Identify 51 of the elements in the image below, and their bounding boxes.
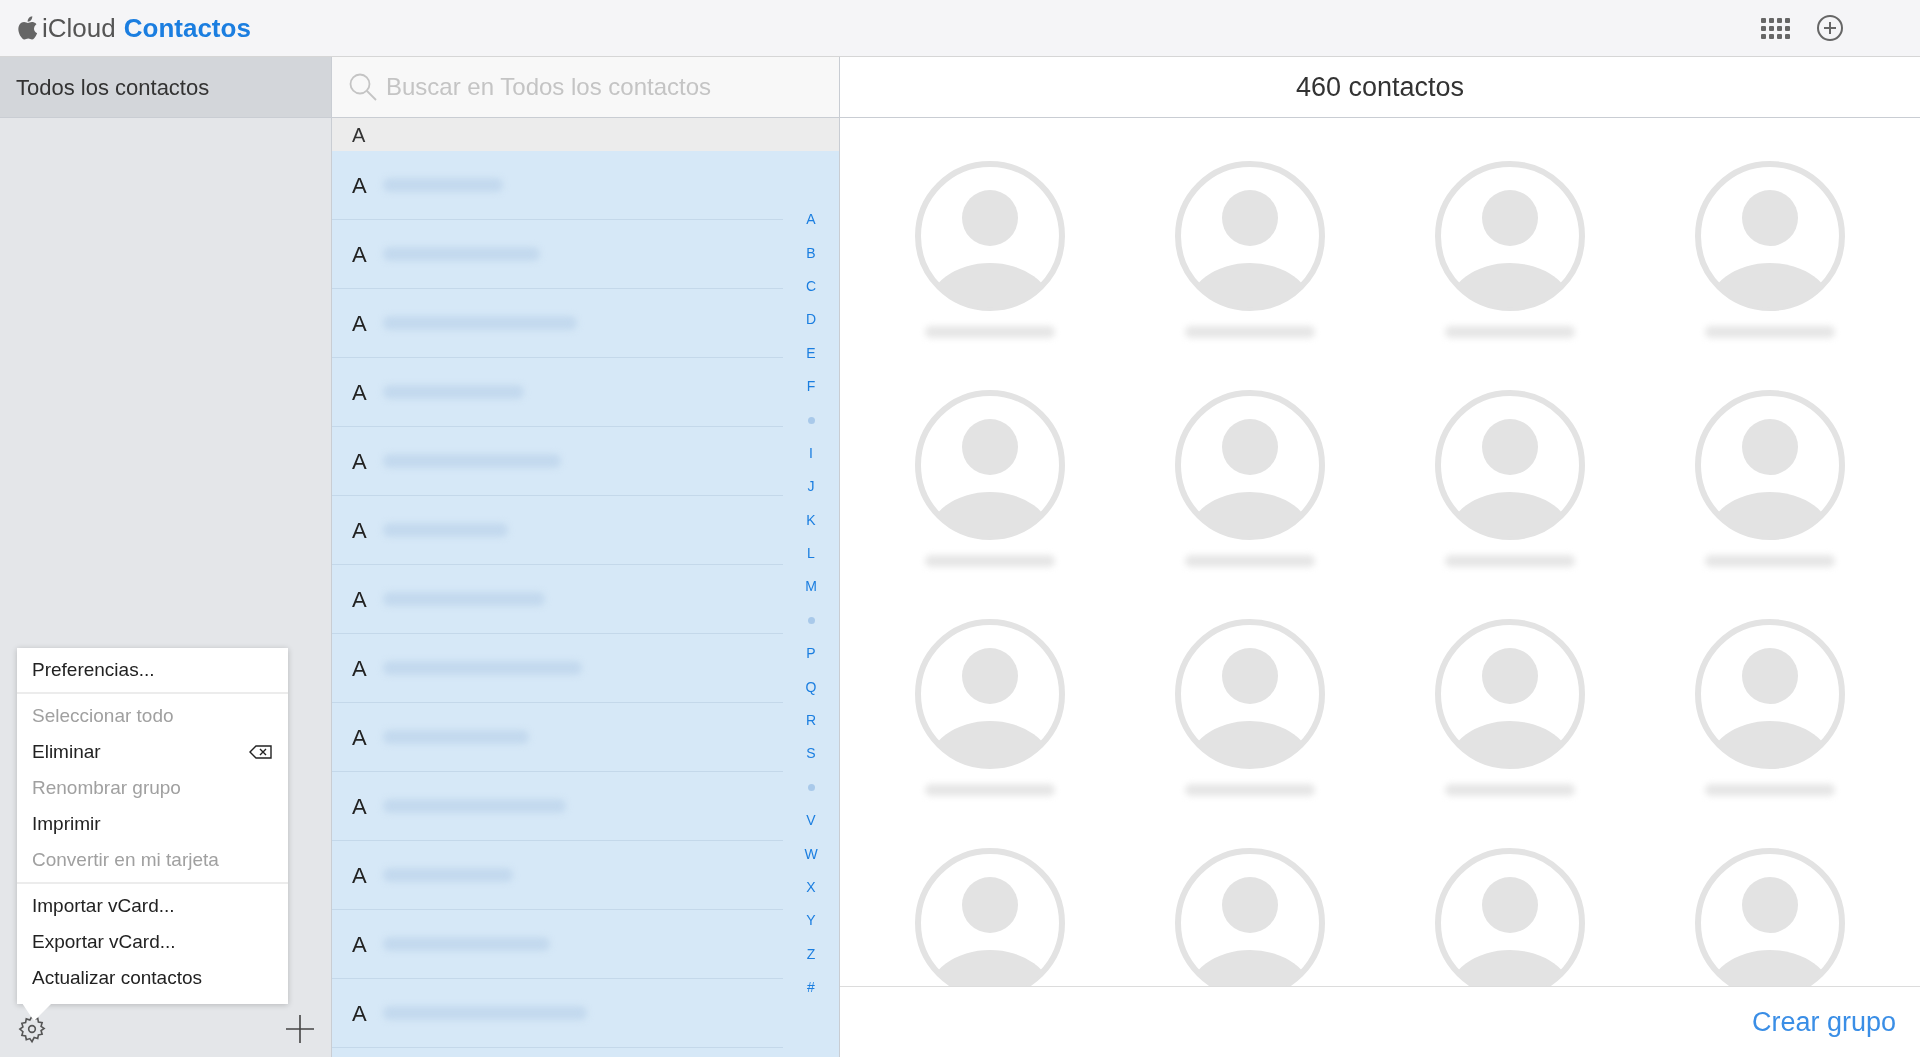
index-letter[interactable]: X (806, 877, 816, 898)
index-letter[interactable]: D (805, 309, 817, 331)
contact-initial: A (352, 930, 367, 959)
index-letter[interactable]: # (807, 977, 815, 999)
index-letter[interactable]: I (809, 442, 813, 464)
index-letter[interactable]: E (806, 342, 816, 364)
contact-initial: A (352, 792, 367, 821)
section-header: A (332, 118, 839, 151)
contact-initial: A (352, 378, 367, 407)
contact-initial: A (352, 861, 367, 890)
contact-initial: A (352, 240, 367, 269)
contact-initial: A (352, 654, 367, 683)
create-group-link[interactable]: Crear grupo (1751, 1001, 1896, 1043)
index-letter[interactable]: W (804, 843, 818, 865)
search-icon (348, 72, 378, 102)
index-letter[interactable]: A (806, 209, 816, 231)
index-letter[interactable]: P (806, 643, 816, 665)
index-letter[interactable]: J (807, 476, 815, 498)
index-letter[interactable]: K (806, 509, 816, 531)
index-letter[interactable]: Q (805, 676, 817, 698)
index-letter[interactable]: R (805, 710, 817, 732)
contact-initial: A (352, 171, 367, 200)
contact-initial: A (352, 309, 367, 338)
menu-item[interactable]: Eliminar (17, 734, 288, 770)
index-letter[interactable]: L (807, 543, 815, 565)
index-letter[interactable]: F (806, 376, 816, 398)
menu-item[interactable]: Actualizar contactos (17, 960, 288, 996)
index-letter[interactable]: M (805, 576, 817, 598)
index-letter[interactable]: Y (806, 910, 816, 932)
contact-count: 460 contactos (840, 57, 1920, 118)
contact-initial: A (352, 723, 367, 752)
contact-initial: A (352, 447, 367, 476)
index-letter[interactable]: V (806, 810, 816, 832)
contact-initial: A (352, 999, 367, 1028)
add-button[interactable] (1816, 14, 1844, 42)
contact-initial: A (352, 585, 367, 614)
menu-item[interactable]: Imprimir (17, 806, 288, 842)
menu-item[interactable]: Preferencias... (17, 652, 288, 688)
index-letter[interactable]: Z (806, 943, 816, 965)
apps-grid-button[interactable] (1760, 17, 1792, 39)
plus-icon[interactable] (285, 1013, 315, 1044)
app-title: Contactos (123, 11, 251, 45)
apple-logo-icon (16, 15, 38, 41)
group-item[interactable]: Todos los contactos (0, 57, 331, 118)
index-letter[interactable]: B (806, 242, 816, 264)
brand-name: iCloud (42, 11, 116, 45)
index-letter[interactable]: S (806, 743, 816, 765)
index-letter[interactable]: C (805, 275, 817, 297)
contact-initial: A (352, 516, 367, 545)
menu-item[interactable]: Exportar vCard... (17, 924, 288, 960)
menu-item[interactable]: Importar vCard... (17, 888, 288, 924)
